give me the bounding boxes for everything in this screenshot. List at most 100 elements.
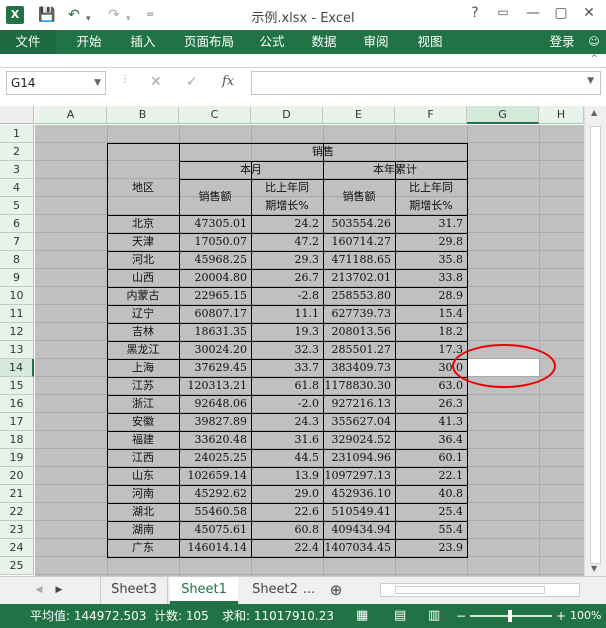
table-cell[interactable]: 208013.56 [323, 323, 395, 341]
table-cell-region[interactable]: 山东 [107, 467, 179, 485]
zoom-minus-button[interactable]: − [456, 604, 466, 628]
row-header-16[interactable]: 16 [0, 395, 34, 413]
table-cell[interactable]: 627739.73 [323, 305, 395, 323]
sheet-tab-sheet2[interactable]: Sheet2 [246, 577, 304, 604]
table-cell-region[interactable]: 河南 [107, 485, 179, 503]
table-cell[interactable]: 160714.27 [323, 233, 395, 251]
table-cell[interactable]: 329024.52 [323, 431, 395, 449]
table-cell[interactable]: 22.6 [251, 503, 323, 521]
table-cell[interactable]: -2.0 [251, 395, 323, 413]
table-cell[interactable]: 45968.25 [179, 251, 251, 269]
collapse-ribbon-icon[interactable]: ^ [590, 54, 598, 64]
table-cell[interactable]: 37629.45 [179, 359, 251, 377]
row-header-9[interactable]: 9 [0, 269, 34, 287]
table-cell[interactable]: 47305.01 [179, 215, 251, 233]
column-header-b[interactable]: B [107, 106, 179, 124]
table-cell[interactable]: 44.5 [251, 449, 323, 467]
table-cell[interactable]: -2.8 [251, 287, 323, 305]
row-header-8[interactable]: 8 [0, 251, 34, 269]
table-cell[interactable]: 41.3 [395, 413, 467, 431]
row-header-6[interactable]: 6 [0, 215, 34, 233]
table-cell[interactable]: 33620.48 [179, 431, 251, 449]
table-cell[interactable]: 146014.14 [179, 539, 251, 557]
row-header-17[interactable]: 17 [0, 413, 34, 431]
table-cell[interactable]: 26.7 [251, 269, 323, 287]
table-cell[interactable]: 503554.26 [323, 215, 395, 233]
row-header-19[interactable]: 19 [0, 449, 34, 467]
row-header-15[interactable]: 15 [0, 377, 34, 395]
table-cell[interactable]: 60.8 [251, 521, 323, 539]
table-cell-region[interactable]: 浙江 [107, 395, 179, 413]
table-cell[interactable]: 510549.41 [323, 503, 395, 521]
row-header-11[interactable]: 11 [0, 305, 34, 323]
table-cell[interactable]: 60807.17 [179, 305, 251, 323]
table-cell[interactable]: 28.9 [395, 287, 467, 305]
zoom-plus-button[interactable]: + [556, 604, 566, 628]
table-cell[interactable]: 24.3 [251, 413, 323, 431]
table-cell[interactable]: 471188.65 [323, 251, 395, 269]
table-cell-region[interactable]: 福建 [107, 431, 179, 449]
table-cell[interactable]: 35.8 [395, 251, 467, 269]
row-header-2[interactable]: 2 [0, 143, 34, 161]
table-cell[interactable]: 409434.94 [323, 521, 395, 539]
column-header-f[interactable]: F [395, 106, 467, 124]
maximize-button[interactable]: ▢ [550, 5, 572, 21]
table-cell-region[interactable]: 北京 [107, 215, 179, 233]
worksheet-grid[interactable]: ▲ ▼ A B C D E F G H 1 2 3 4 5 6 7 8 9 10 11 12 13 14 15 16 17 18 1… [0, 106, 606, 576]
table-cell-region[interactable]: 吉林 [107, 323, 179, 341]
horizontal-scrollbar[interactable] [380, 583, 580, 597]
column-header-e[interactable]: E [323, 106, 395, 124]
avatar-icon[interactable]: ☺ [584, 30, 604, 54]
row-header-4[interactable]: 4 [0, 179, 34, 197]
table-cell-region[interactable]: 天津 [107, 233, 179, 251]
table-cell[interactable]: 36.4 [395, 431, 467, 449]
name-box-dropdown-icon[interactable]: ▼ [94, 72, 101, 94]
table-cell[interactable]: 452936.10 [323, 485, 395, 503]
scroll-down-icon[interactable]: ▼ [591, 564, 597, 573]
row-header-18[interactable]: 18 [0, 431, 34, 449]
table-cell[interactable]: 258553.80 [323, 287, 395, 305]
table-cell[interactable]: 213702.01 [323, 269, 395, 287]
table-cell[interactable]: 40.8 [395, 485, 467, 503]
table-cell-region[interactable]: 江苏 [107, 377, 179, 395]
row-header-22[interactable]: 22 [0, 503, 34, 521]
table-cell-region[interactable]: 山西 [107, 269, 179, 287]
table-cell[interactable]: 61.8 [251, 377, 323, 395]
row-header-5[interactable]: 5 [0, 197, 34, 215]
page-break-view-icon[interactable]: ▥ [428, 604, 440, 628]
table-cell[interactable]: 927216.13 [323, 395, 395, 413]
table-cell[interactable]: 29.3 [251, 251, 323, 269]
normal-view-icon[interactable]: ▦ [356, 604, 368, 628]
table-cell[interactable]: 355627.04 [323, 413, 395, 431]
table-cell[interactable]: 29.8 [395, 233, 467, 251]
tab-page-layout[interactable]: 页面布局 [175, 30, 243, 54]
insert-function-icon[interactable]: fx [222, 74, 234, 89]
tab-view[interactable]: 视图 [408, 30, 452, 54]
row-header-1[interactable]: 1 [0, 125, 34, 143]
row-header-24[interactable]: 24 [0, 539, 34, 557]
table-cell[interactable]: 22.1 [395, 467, 467, 485]
table-cell[interactable]: 231094.96 [323, 449, 395, 467]
table-cell[interactable]: 45292.62 [179, 485, 251, 503]
prev-sheet-icon[interactable]: ◀ [30, 577, 48, 604]
table-cell[interactable]: 32.3 [251, 341, 323, 359]
table-cell[interactable]: 55460.58 [179, 503, 251, 521]
table-cell[interactable]: 383409.73 [323, 359, 395, 377]
login-link[interactable]: 登录 [540, 30, 584, 54]
table-cell[interactable]: 285501.27 [323, 341, 395, 359]
row-header-12[interactable]: 12 [0, 323, 34, 341]
table-cell[interactable]: 18.2 [395, 323, 467, 341]
table-cell-region[interactable]: 湖南 [107, 521, 179, 539]
column-header-a[interactable]: A [35, 106, 107, 124]
table-cell[interactable]: 120313.21 [179, 377, 251, 395]
table-cell[interactable]: 19.3 [251, 323, 323, 341]
table-cell[interactable]: 22.4 [251, 539, 323, 557]
confirm-icon[interactable]: ✓ [186, 74, 198, 90]
tab-review[interactable]: 审阅 [354, 30, 398, 54]
table-cell-region[interactable]: 江西 [107, 449, 179, 467]
page-layout-view-icon[interactable]: ▤ [394, 604, 406, 628]
table-cell[interactable]: 63.0 [395, 377, 467, 395]
table-cell[interactable]: 47.2 [251, 233, 323, 251]
row-header-21[interactable]: 21 [0, 485, 34, 503]
row-header-23[interactable]: 23 [0, 521, 34, 539]
